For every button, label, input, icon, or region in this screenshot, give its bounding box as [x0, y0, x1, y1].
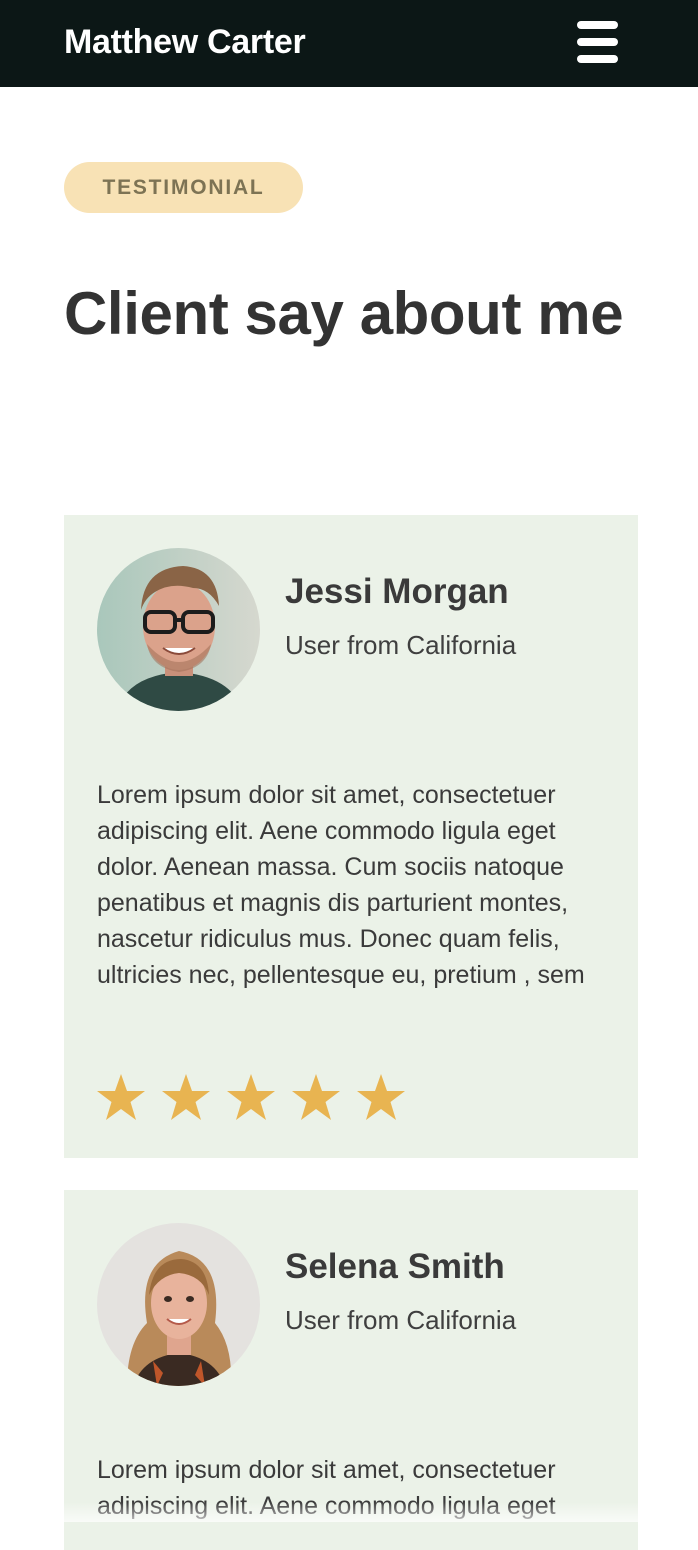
avatar: [97, 1223, 260, 1386]
bottom-fade-overlay: [0, 1502, 698, 1522]
star-icon: [292, 1074, 340, 1120]
avatar: [97, 548, 260, 711]
testimonial-name: Jessi Morgan: [285, 572, 509, 611]
top-navbar: Matthew Carter: [0, 0, 698, 87]
testimonial-location: User from California: [285, 1305, 517, 1335]
star-icon: [162, 1074, 210, 1120]
brand-logo-link[interactable]: Matthew Carter: [64, 20, 306, 64]
star-icon: [227, 1074, 275, 1120]
star-rating: [95, 1072, 420, 1132]
testimonial-name: Selena Smith: [285, 1247, 505, 1286]
avatar-woman-photo: [97, 1223, 260, 1386]
star-icon: [357, 1074, 405, 1120]
avatar-man-photo: [97, 548, 260, 711]
menu-bar: [577, 38, 618, 46]
testimonial-quote: Lorem ipsum dolor sit amet, consectetuer…: [97, 781, 585, 989]
hamburger-menu-icon[interactable]: [574, 18, 620, 68]
section-eyebrow-badge: TESTIMONIAL: [64, 162, 303, 213]
testimonial-location: User from California: [285, 630, 517, 660]
star-icon: [97, 1074, 145, 1120]
testimonial-card: Jessi Morgan User from California Lorem …: [64, 515, 638, 1158]
testimonial-card: Selena Smith User from California Lorem …: [64, 1190, 638, 1550]
menu-bar: [577, 21, 618, 29]
menu-bar: [577, 55, 618, 63]
section-title: Client say about me: [64, 280, 624, 347]
